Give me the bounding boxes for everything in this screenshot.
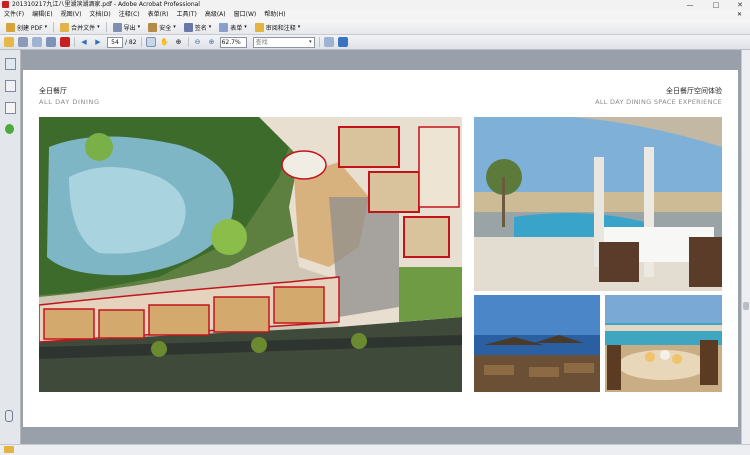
terrace-seaview-photo xyxy=(474,295,600,392)
navigation-panel xyxy=(0,50,21,444)
menu-advanced[interactable]: 高级(A) xyxy=(201,10,230,20)
toolbar-divider xyxy=(74,37,75,47)
menu-window[interactable]: 窗口(W) xyxy=(230,10,261,20)
lock-icon xyxy=(148,22,158,32)
marquee-zoom-icon[interactable]: ⊕ xyxy=(174,37,184,47)
maximize-button[interactable]: □ xyxy=(704,0,728,10)
chevron-down-icon: ▾ xyxy=(297,24,301,30)
create-pdf-label: 创建 PDF xyxy=(17,24,43,32)
review-comment-button[interactable]: 审阅和注释 ▾ xyxy=(253,21,303,33)
chevron-down-icon: ▾ xyxy=(309,38,312,45)
signatures-icon[interactable] xyxy=(5,102,16,114)
pages-icon[interactable] xyxy=(5,58,16,70)
forms-label: 表单 xyxy=(230,24,243,32)
toolbar-divider xyxy=(318,37,320,47)
menu-document[interactable]: 文档(D) xyxy=(85,10,114,20)
menu-help[interactable]: 帮助(H) xyxy=(260,10,289,20)
poolside-dining-photo xyxy=(474,117,722,291)
attachments-icon[interactable] xyxy=(5,410,13,422)
select-tool-icon[interactable] xyxy=(145,37,156,47)
export-button[interactable]: 导出 ▾ xyxy=(111,21,143,33)
close-button[interactable]: ✕ xyxy=(728,0,750,10)
sign-label: 签名 xyxy=(194,24,207,32)
review-comment-label: 审阅和注释 xyxy=(265,24,296,32)
window-title: 201310217九江八里湖滨湖酒家.pdf - Adobe Acrobat P… xyxy=(12,1,200,8)
next-page-icon[interactable]: ▶ xyxy=(93,37,103,47)
chevron-down-icon: ▾ xyxy=(173,24,176,30)
breakfast-table-photo xyxy=(605,295,722,392)
forms-button[interactable]: 表单 ▾ xyxy=(217,21,249,33)
minimize-button[interactable]: — xyxy=(678,0,702,10)
page-count: / 82 xyxy=(125,38,137,46)
zoom-out-icon[interactable]: ⊖ xyxy=(193,37,203,47)
pdf-page: 全日餐厅 ALL DAY DINING 全日餐厅空间体验 ALL DAY DIN… xyxy=(23,70,738,427)
left-title: 全日餐厅 xyxy=(39,87,67,95)
zoom-in-icon[interactable]: ⊕ xyxy=(207,37,217,47)
pdf-icon[interactable] xyxy=(60,37,70,47)
fit-page-icon[interactable] xyxy=(323,37,334,47)
comment-icon xyxy=(254,22,264,32)
combine-files-label: 合并文件 xyxy=(71,24,96,32)
task-toolbar: 创建 PDF ▾ 合并文件 ▾ 导出 ▾ 安全 ▾ 签名 ▾ 表单 ▾ 审阅和注释 ▾ xyxy=(0,20,750,35)
sign-button[interactable]: 签名 ▾ xyxy=(182,21,214,33)
menu-view[interactable]: 视图(V) xyxy=(57,10,86,20)
zoom-level-field[interactable]: 62.7% xyxy=(219,36,247,48)
bookmarks-icon[interactable] xyxy=(5,80,16,92)
create-pdf-icon xyxy=(6,22,15,32)
close-document-icon[interactable]: ✕ xyxy=(733,10,746,20)
menu-edit[interactable]: 编辑(E) xyxy=(28,10,56,20)
chevron-down-icon: ▾ xyxy=(44,24,48,30)
comments-icon[interactable] xyxy=(4,446,14,453)
toolbar-divider xyxy=(140,37,142,47)
previous-page-icon[interactable]: ◀ xyxy=(79,37,89,47)
create-pdf-button[interactable]: 创建 PDF ▾ xyxy=(4,21,49,33)
secure-button[interactable]: 安全 ▾ xyxy=(146,21,178,33)
navigation-toolbar: ◀ ▶ 54 / 82 ✋ ⊕ ⊖ ⊕ 62.7% 查找 ▾ xyxy=(0,35,750,50)
right-subtitle: ALL DAY DINING SPACE EXPERIENCE xyxy=(595,98,722,106)
full-screen-icon[interactable] xyxy=(337,37,348,47)
left-subtitle: ALL DAY DINING xyxy=(39,98,100,106)
print-icon[interactable] xyxy=(18,37,28,47)
toolbar-divider xyxy=(105,22,107,32)
site-plan-image xyxy=(39,117,462,392)
pen-icon xyxy=(183,22,193,32)
menu-file[interactable]: 文件(F) xyxy=(0,10,28,20)
chevron-down-icon: ▾ xyxy=(137,24,141,30)
toolbar-divider xyxy=(187,37,189,47)
combine-files-button[interactable]: 合并文件 ▾ xyxy=(58,21,102,33)
save-icon[interactable] xyxy=(32,37,42,47)
menu-comments[interactable]: 注释(C) xyxy=(115,10,144,20)
acrobat-app-icon xyxy=(2,1,9,8)
status-bar xyxy=(0,444,750,455)
hand-tool-icon[interactable]: ✋ xyxy=(160,37,170,47)
find-field[interactable]: 查找 ▾ xyxy=(252,36,315,48)
page-number-input[interactable]: 54 xyxy=(107,36,123,48)
chevron-down-icon: ▾ xyxy=(97,24,100,30)
open-folder-icon[interactable] xyxy=(4,37,14,47)
help-icon[interactable] xyxy=(5,124,14,134)
right-title: 全日餐厅空间体验 xyxy=(666,87,722,95)
export-icon xyxy=(112,22,122,32)
toolbar-divider xyxy=(53,22,55,32)
export-label: 导出 xyxy=(123,24,136,32)
menu-tools[interactable]: 工具(T) xyxy=(172,10,200,20)
combine-files-icon xyxy=(60,22,70,32)
find-placeholder: 查找 xyxy=(255,38,268,46)
chevron-down-icon: ▾ xyxy=(244,24,247,30)
scrollbar-thumb[interactable] xyxy=(743,302,749,310)
menu-forms[interactable]: 表单(R) xyxy=(144,10,173,20)
forms-icon xyxy=(219,22,229,32)
vertical-scrollbar[interactable] xyxy=(741,50,750,444)
email-icon[interactable] xyxy=(46,37,56,47)
chevron-down-icon: ▾ xyxy=(208,24,212,30)
menu-bar: 文件(F) 编辑(E) 视图(V) 文档(D) 注释(C) 表单(R) 工具(T… xyxy=(0,10,750,20)
secure-label: 安全 xyxy=(159,24,172,32)
